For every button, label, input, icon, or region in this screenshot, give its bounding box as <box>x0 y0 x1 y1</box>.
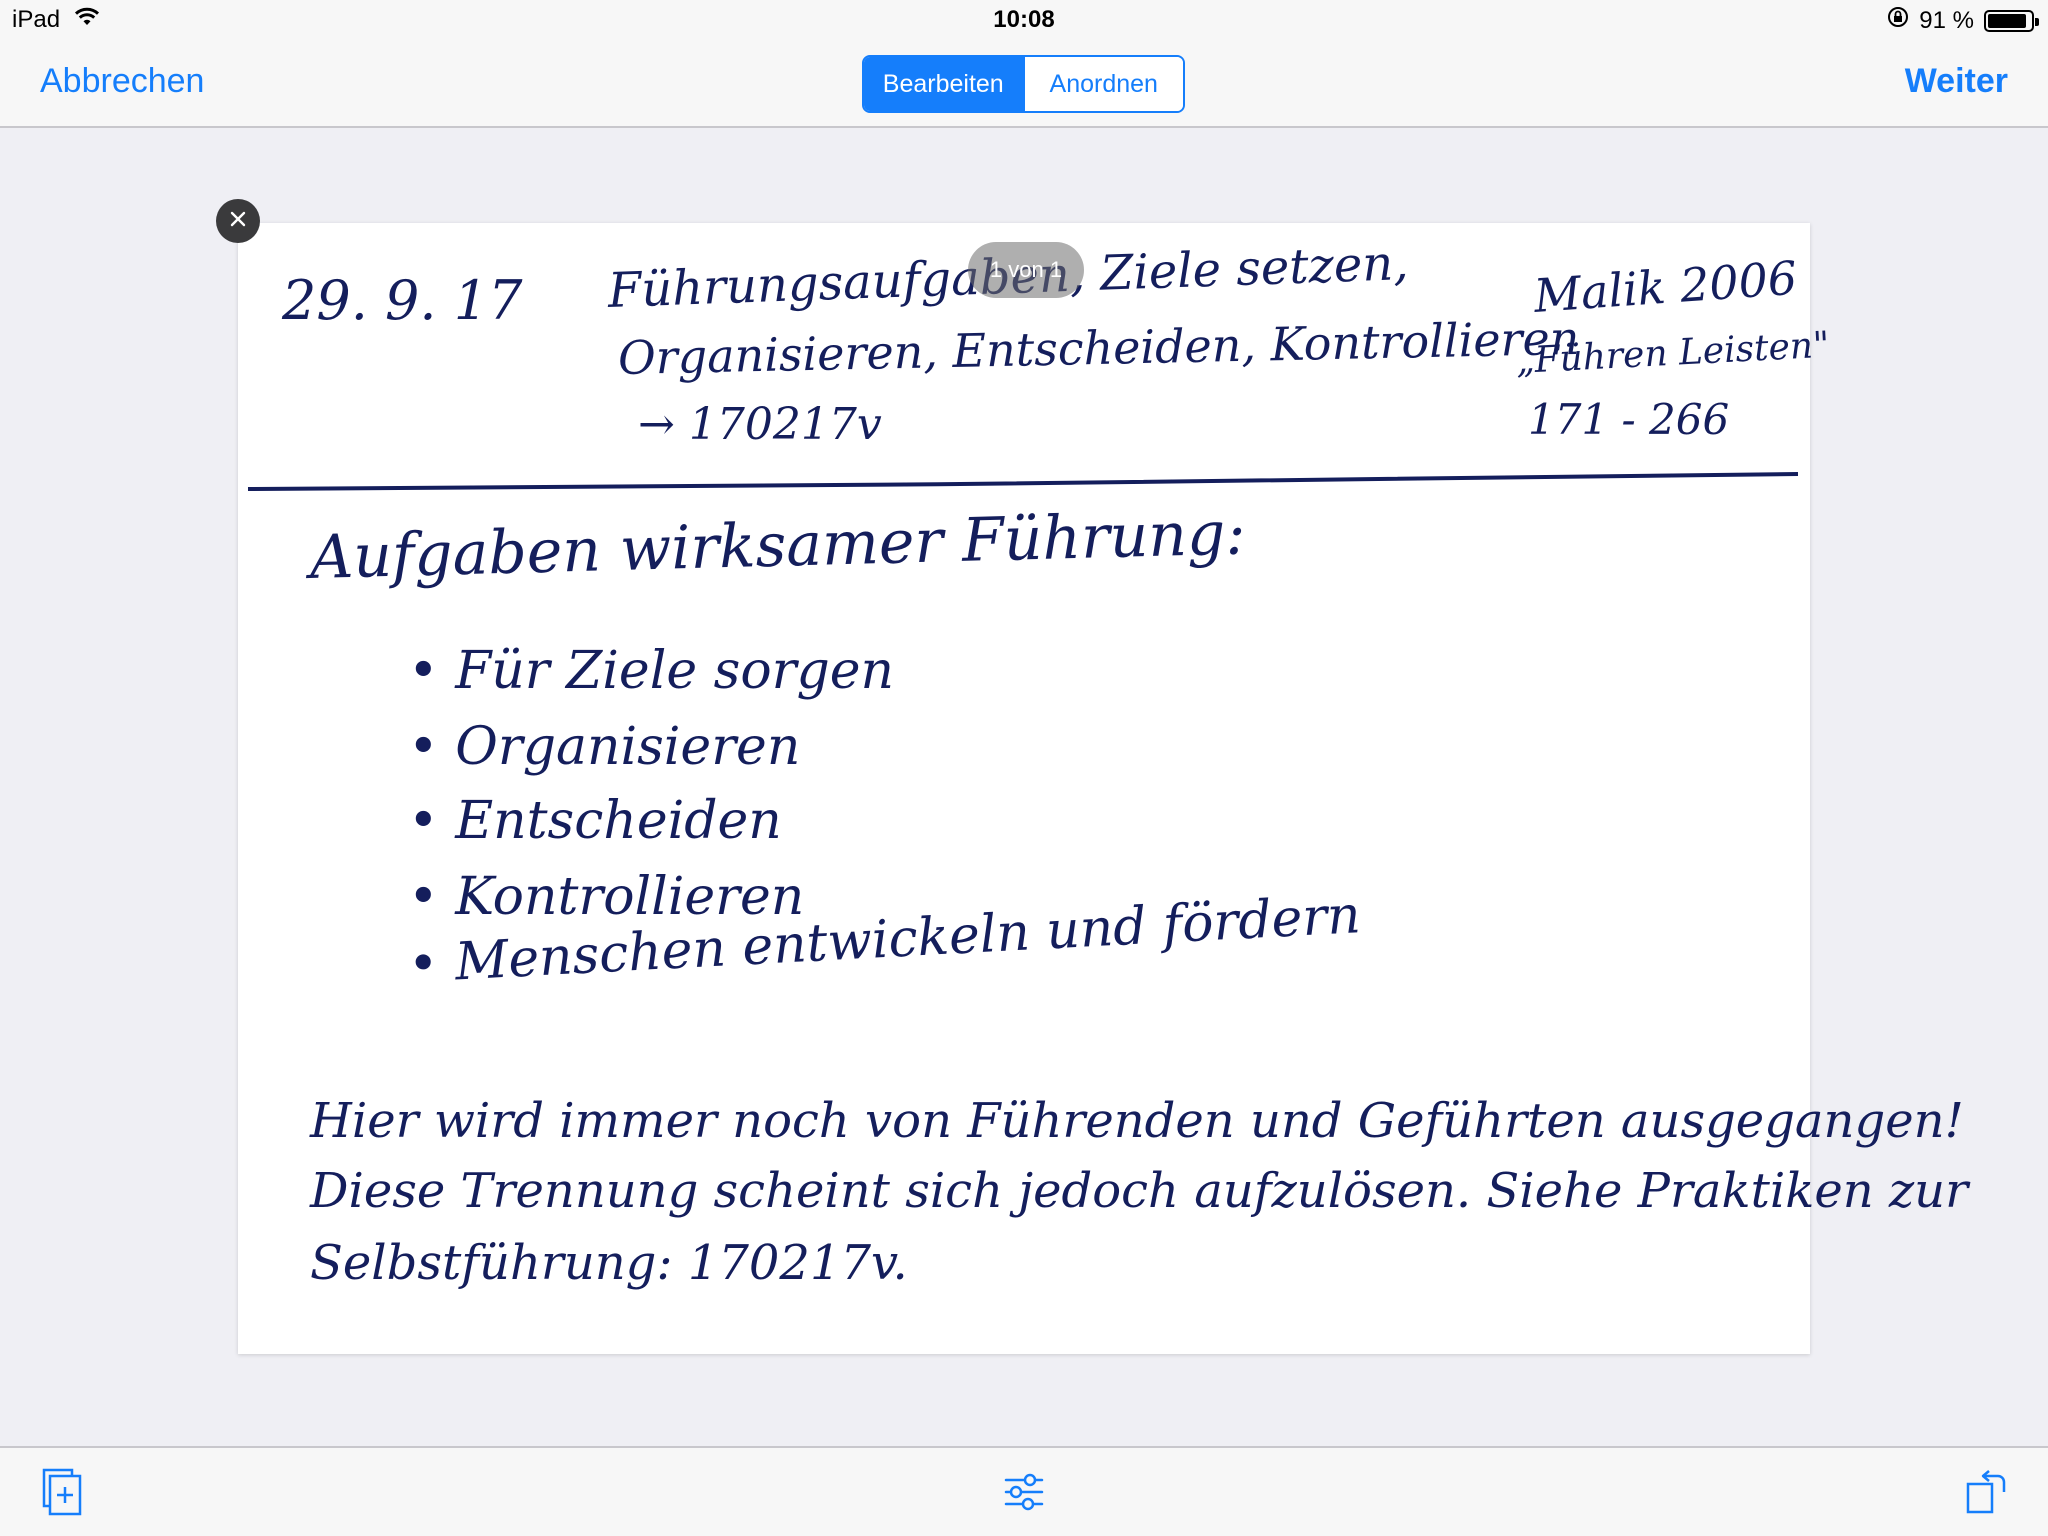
note-bullet: • Organisieren <box>408 717 801 777</box>
bottom-toolbar <box>0 1446 2048 1536</box>
close-icon <box>229 210 247 233</box>
battery-percent: 91 % <box>1919 6 1974 34</box>
rotate-button[interactable] <box>1958 1466 2014 1522</box>
note-date: 29. 9. 17 <box>282 269 523 332</box>
note-bullet: • Entscheiden <box>408 791 782 851</box>
page-indicator: 1 von 1 <box>968 242 1084 298</box>
handwritten-note: 29. 9. 17 Führungsaufgaben, Ziele setzen… <box>238 223 1968 1354</box>
sliders-icon <box>1002 1470 1046 1519</box>
note-divider <box>247 472 1799 491</box>
orientation-lock-icon <box>1887 6 1909 35</box>
note-source-line-1: Malik 2006 <box>1532 250 1799 323</box>
filters-button[interactable] <box>996 1466 1052 1522</box>
note-paragraph-line: Selbstführung: 170217v. <box>310 1235 908 1291</box>
status-bar: iPad 10:08 91 % <box>0 0 2048 40</box>
battery-level <box>1988 13 2027 28</box>
navigation-bar: Abbrechen Bearbeiten Anordnen Weiter <box>0 40 2048 128</box>
rotate-icon <box>1962 1468 2010 1521</box>
clock: 10:08 <box>993 6 1055 33</box>
mode-segmented-control: Bearbeiten Anordnen <box>862 55 1185 113</box>
next-button[interactable]: Weiter <box>1905 62 2008 101</box>
remove-page-button[interactable] <box>216 199 260 243</box>
cancel-button[interactable]: Abbrechen <box>40 62 204 101</box>
note-paragraph-line: Diese Trennung scheint sich jedoch aufzu… <box>310 1163 1969 1219</box>
add-page-button[interactable] <box>34 1466 90 1522</box>
segment-edit[interactable]: Bearbeiten <box>864 57 1023 111</box>
note-heading: Aufgaben wirksamer Führung: <box>309 498 1247 593</box>
note-bullet: • Für Ziele sorgen <box>408 641 895 701</box>
add-page-icon <box>40 1468 84 1521</box>
segment-arrange[interactable]: Anordnen <box>1022 57 1183 111</box>
battery-icon <box>1984 9 2039 32</box>
note-source-line-3: 171 - 266 <box>1528 395 1730 444</box>
scanned-page[interactable]: 29. 9. 17 Führungsaufgaben, Ziele setzen… <box>238 223 1968 1354</box>
note-topic-line-2: Organisieren, Entscheiden, Kontrollieren <box>617 310 1580 385</box>
status-right: 91 % <box>1887 6 2039 35</box>
note-paragraph-line: Hier wird immer noch von Führenden und G… <box>310 1093 1964 1149</box>
note-topic-ref: → 170217v <box>638 399 882 450</box>
